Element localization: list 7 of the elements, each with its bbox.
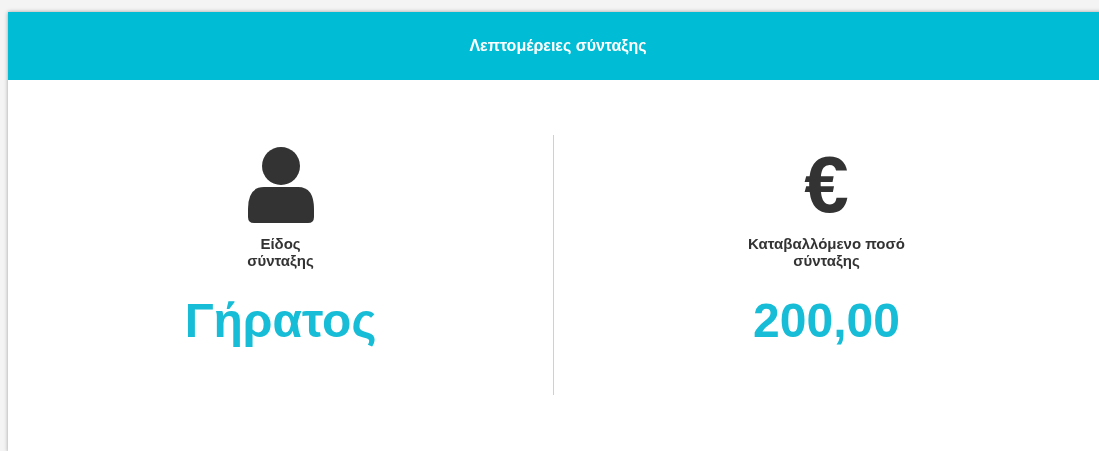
user-icon	[247, 147, 314, 223]
info-value: 200,00	[753, 293, 900, 349]
card-title: Λεπτομέρειες σύνταξης	[469, 36, 647, 57]
info-label: Είδος σύνταξης	[247, 235, 314, 269]
info-value: Γήρατος	[184, 293, 377, 349]
euro-icon: €	[804, 147, 849, 223]
info-label: Καταβαλλόμενο ποσό σύνταξης	[748, 235, 905, 269]
